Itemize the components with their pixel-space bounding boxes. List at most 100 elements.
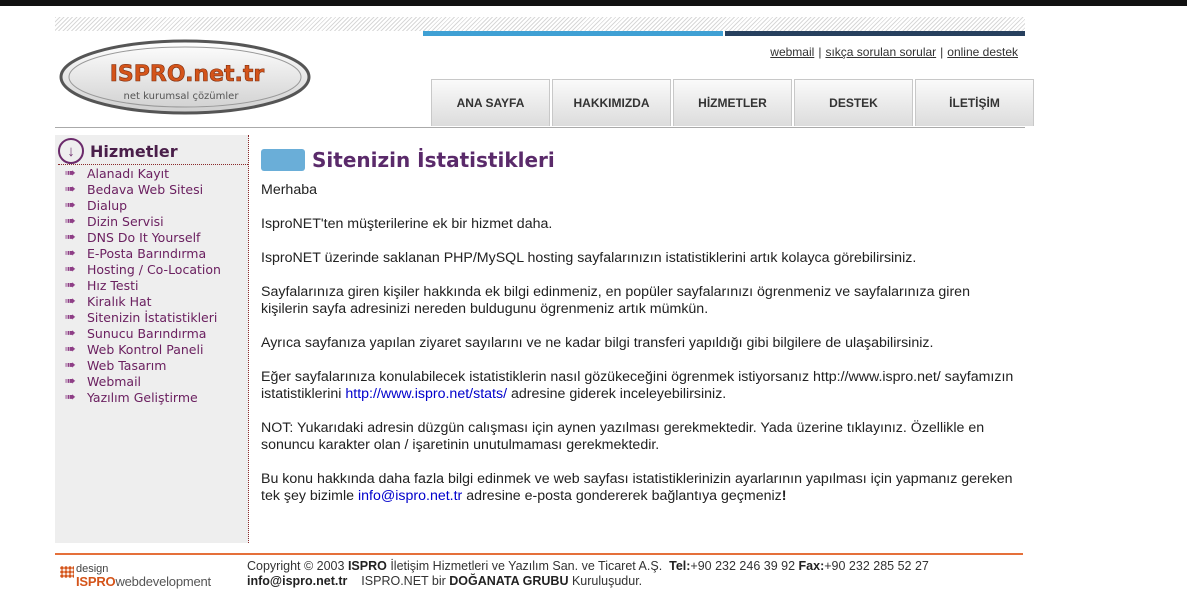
sidebar-item-site-statistics[interactable]: ➠ Sitenizin İstatistikleri bbox=[65, 309, 221, 325]
footer-text: Copyright © 2003 ISPRO İletişim Hizmetle… bbox=[247, 559, 1027, 589]
accent-bar-blue bbox=[423, 31, 723, 36]
arrow-right-icon: ➠ bbox=[65, 341, 76, 357]
sidebar-item-label: Hız Testi bbox=[87, 277, 139, 293]
arrow-right-icon: ➠ bbox=[65, 373, 76, 389]
sidebar-item-label: Kiralık Hat bbox=[87, 293, 152, 309]
sidebar-item-label: Yazılım Geliştirme bbox=[87, 389, 198, 405]
footer-logo-suffix: webdevelopment bbox=[115, 574, 211, 589]
sidebar-item-free-website[interactable]: ➠ Bedava Web Sitesi bbox=[65, 181, 221, 197]
fax-label: Fax: bbox=[798, 559, 825, 573]
company-bold: ISPRO bbox=[347, 559, 387, 573]
arrow-right-icon: ➠ bbox=[65, 325, 76, 341]
online-support-link[interactable]: online destek bbox=[947, 45, 1018, 59]
sidebar-item-directory-service[interactable]: ➠ Dizin Servisi bbox=[65, 213, 221, 229]
paragraph-text: adresine e-posta gondererek bağlantıya g… bbox=[462, 488, 782, 504]
sidebar: ↓ Hizmetler ➠ Alanadı Kayıt ➠ Bedava Web S… bbox=[55, 135, 249, 543]
sidebar-item-label: Web Kontrol Paneli bbox=[87, 341, 204, 357]
sidebar-item-leased-line[interactable]: ➠ Kiralık Hat bbox=[65, 293, 221, 309]
title-chip-icon bbox=[261, 149, 305, 171]
separator: | bbox=[818, 45, 822, 59]
paragraph-visitor-info: Sayfalarınıza giren kişiler hakkında ek … bbox=[261, 284, 970, 317]
sidebar-list: ➠ Alanadı Kayıt ➠ Bedava Web Sitesi ➠ Dialu… bbox=[65, 165, 221, 405]
sidebar-item-email-hosting[interactable]: ➠ E-Posta Barındırma bbox=[65, 245, 221, 261]
paragraph-greeting: Merhaba bbox=[261, 182, 317, 198]
logo-tagline: net kurumsal çözümler bbox=[124, 91, 240, 102]
arrow-right-icon: ➠ bbox=[65, 245, 76, 261]
sidebar-title: Hizmetler bbox=[90, 141, 178, 161]
arrow-right-icon: ➠ bbox=[65, 165, 76, 181]
sidebar-item-label: E-Posta Barındırma bbox=[87, 245, 207, 261]
sidebar-item-label: Hosting / Co-Location bbox=[87, 261, 221, 277]
header: ISPRO.net.tr net kurumsal çözümler webma… bbox=[55, 31, 1034, 128]
sidebar-item-label: Bedava Web Sitesi bbox=[87, 181, 204, 197]
sidebar-item-speed-test[interactable]: ➠ Hız Testi bbox=[65, 277, 221, 293]
dots-icon bbox=[60, 566, 74, 578]
sidebar-item-software-development[interactable]: ➠ Yazılım Geliştirme bbox=[65, 389, 221, 405]
arrow-right-icon: ➠ bbox=[65, 213, 76, 229]
tel-number: +90 232 246 39 92 bbox=[690, 559, 796, 573]
group-name: DOĞANATA GRUBU bbox=[449, 574, 569, 588]
footer-line-1: Copyright © 2003 ISPRO İletişim Hizmetle… bbox=[247, 559, 1027, 574]
footer-email[interactable]: info@ispro.net.tr bbox=[247, 574, 347, 588]
main-nav: ANA SAYFA HAKKIMIZDA HİZMETLER DESTEK İL… bbox=[431, 79, 1036, 127]
arrow-right-icon: ➠ bbox=[65, 309, 76, 325]
header-hatch bbox=[55, 17, 1025, 31]
sidebar-item-webmail[interactable]: ➠ Webmail bbox=[65, 373, 221, 389]
ispro-logo[interactable]: ISPRO.net.tr net kurumsal çözümler bbox=[59, 37, 311, 117]
contact-email-link[interactable]: info@ispro.net.tr bbox=[358, 488, 462, 504]
arrow-right-icon: ➠ bbox=[65, 229, 76, 245]
stats-link[interactable]: http://www.ispro.net/stats/ bbox=[345, 386, 507, 402]
paragraph-contact: Bu konu hakkında daha fazla bilgi edinme… bbox=[261, 471, 1021, 505]
sidebar-item-hosting[interactable]: ➠ Hosting / Co-Location bbox=[65, 261, 221, 277]
sidebar-item-dns[interactable]: ➠ DNS Do It Yourself bbox=[65, 229, 221, 245]
page-title: Sitenizin İstatistikleri bbox=[312, 148, 555, 172]
faq-link[interactable]: sıkça sorulan sorular bbox=[825, 45, 936, 59]
main-content: Sitenizin İstatistikleri Merhaba IsproNE… bbox=[261, 146, 1021, 522]
sidebar-item-domain-registration[interactable]: ➠ Alanadı Kayıt bbox=[65, 165, 221, 181]
sidebar-item-control-panel[interactable]: ➠ Web Kontrol Paneli bbox=[65, 341, 221, 357]
arrow-right-icon: ➠ bbox=[65, 293, 76, 309]
sidebar-item-label: Webmail bbox=[87, 373, 142, 389]
separator: | bbox=[940, 45, 944, 59]
arrow-right-icon: ➠ bbox=[65, 181, 76, 197]
footer-logo-wordmark: ISPROwebdevelopment bbox=[76, 574, 211, 589]
webmail-link[interactable]: webmail bbox=[770, 45, 814, 59]
sidebar-item-dialup[interactable]: ➠ Dialup bbox=[65, 197, 221, 213]
nav-tab-about[interactable]: HAKKIMIZDA bbox=[552, 79, 671, 126]
nav-tab-home[interactable]: ANA SAYFA bbox=[431, 79, 550, 126]
tel-label: Tel: bbox=[669, 559, 691, 573]
arrow-right-icon: ➠ bbox=[65, 261, 76, 277]
company-rest: İletişim Hizmetleri ve Yazılım San. ve T… bbox=[386, 559, 663, 573]
nav-tab-services[interactable]: HİZMETLER bbox=[673, 79, 792, 126]
footer-logo-brand: ISPRO bbox=[76, 574, 116, 589]
nav-tab-support[interactable]: DESTEK bbox=[794, 79, 913, 126]
sidebar-item-label: Dialup bbox=[87, 197, 128, 213]
arrow-down-circle-icon: ↓ bbox=[58, 138, 84, 164]
fax-number: +90 232 285 52 27 bbox=[824, 559, 929, 573]
paragraph-transfer-info: Ayrıca sayfanıza yapılan ziyaret sayılar… bbox=[261, 335, 934, 351]
sidebar-header: ↓ Hizmetler bbox=[58, 138, 248, 165]
top-links: webmail | sıkça sorulan sorular | online des… bbox=[770, 45, 1018, 59]
sidebar-item-server-hosting[interactable]: ➠ Sunucu Barındırma bbox=[65, 325, 221, 341]
sidebar-item-label: Sunucu Barındırma bbox=[87, 325, 207, 341]
arrow-right-icon: ➠ bbox=[65, 389, 76, 405]
sidebar-item-label: DNS Do It Yourself bbox=[87, 229, 201, 245]
footer-logo[interactable]: design ISPROwebdevelopment bbox=[60, 563, 245, 593]
arrow-right-icon: ➠ bbox=[65, 197, 76, 213]
group-pre: ISPRO.NET bir bbox=[361, 574, 450, 588]
arrow-right-icon: ➠ bbox=[65, 277, 76, 293]
top-black-bar bbox=[0, 0, 1187, 6]
group-post: Kuruluşudur. bbox=[568, 574, 643, 588]
nav-tab-contact[interactable]: İLETİŞİM bbox=[915, 79, 1034, 126]
exclamation: ! bbox=[781, 488, 787, 504]
sidebar-item-label: Alanadı Kayıt bbox=[87, 165, 170, 181]
sidebar-item-web-design[interactable]: ➠ Web Tasarım bbox=[65, 357, 221, 373]
sidebar-item-label: Web Tasarım bbox=[87, 357, 167, 373]
paragraph-note: NOT: Yukarıdaki adresin düzgün calışması… bbox=[261, 420, 985, 453]
footer-divider bbox=[55, 553, 1023, 555]
logo-name: ISPRO.net.tr bbox=[110, 62, 265, 87]
arrow-right-icon: ➠ bbox=[65, 357, 76, 373]
accent-bar-navy bbox=[725, 31, 1025, 36]
paragraph-intro: IsproNET'ten müşterilerine ek bir hizmet… bbox=[261, 216, 553, 232]
footer-line-2: info@ispro.net.tr ISPRO.NET bir DOĞANATA… bbox=[247, 574, 1027, 589]
